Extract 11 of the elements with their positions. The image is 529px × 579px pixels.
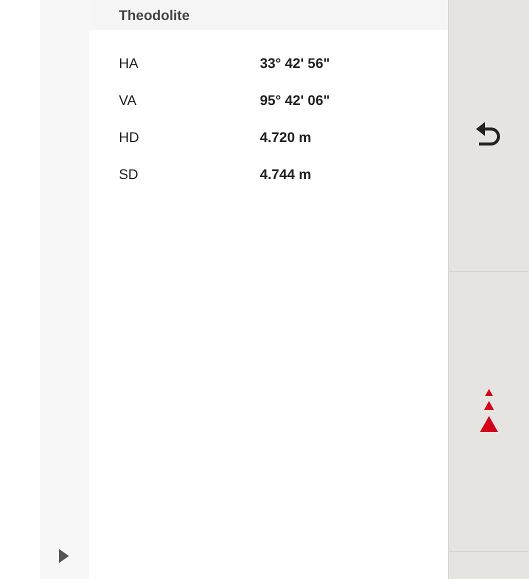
measurement-value: 33° 42' 56" [260,54,330,70]
measurement-label: HD [118,128,140,144]
measurement-label: VA [118,92,138,108]
measurement-value: 4.744 m [260,166,312,182]
measurement-value: 95° 42' 06" [260,92,330,108]
triangles-icon [480,388,498,434]
panel-title: Theodolite [118,7,190,23]
measurement-label: SD [118,166,140,182]
measurement-value: 4.720 m [260,128,312,144]
measurement-label: HA [118,54,140,70]
play-icon[interactable] [59,549,70,563]
